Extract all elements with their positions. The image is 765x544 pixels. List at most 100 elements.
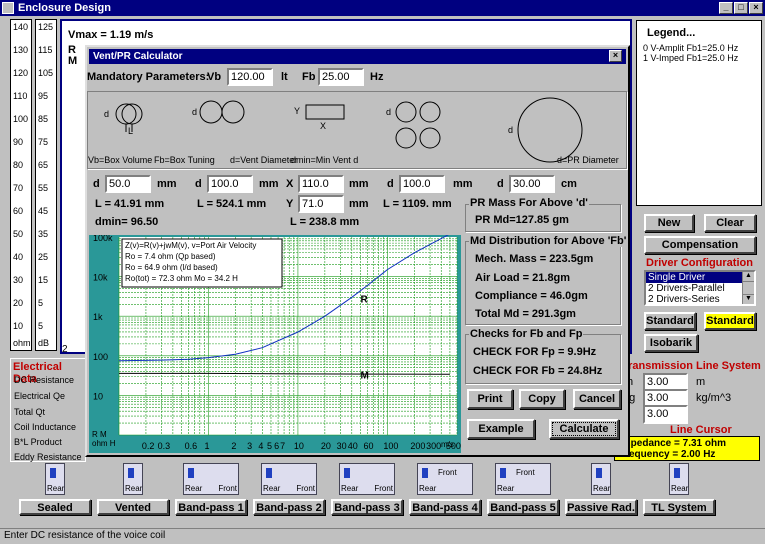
new-button[interactable]: New <box>644 214 694 232</box>
db-scale-tick: 105 <box>38 68 54 78</box>
pr-d-input[interactable]: 30.00 <box>509 175 555 193</box>
cancel-button[interactable]: Cancel <box>573 389 621 409</box>
elec-row-qe: Electrical Qe <box>14 391 66 401</box>
vent4-input[interactable]: 100.0 <box>399 175 445 193</box>
enclosure-button-label[interactable]: Band-pass 1 <box>175 499 247 515</box>
fb-label: Fb <box>302 71 316 83</box>
vent4-unit: mm <box>453 178 473 190</box>
enclosure-button-label[interactable]: Passive Rad. <box>565 499 637 515</box>
diag-d-3: d <box>386 107 392 117</box>
enclosure-button-label[interactable]: Band-pass 4 <box>409 499 481 515</box>
ohm-scale-tick: 10 <box>13 321 24 331</box>
rear-label: Rear <box>419 484 437 493</box>
x-tick-label: 40 <box>348 441 358 451</box>
enclosure-type-1[interactable]: Rear Vented <box>97 463 169 515</box>
status-bar: Enter DC resistance of the voice coil <box>0 528 765 544</box>
isobarik-button[interactable]: Isobarik <box>644 334 698 352</box>
vent2-input[interactable]: 100.0 <box>207 175 253 193</box>
enclosure-button-label[interactable]: Vented <box>97 499 169 515</box>
enclosure-type-7[interactable]: Rear Passive Rad. <box>565 463 637 515</box>
dialog-close-button[interactable]: × <box>609 50 622 62</box>
enclosure-button-label[interactable]: Sealed <box>19 499 91 515</box>
driver-config-title: Driver Configuration <box>646 257 753 269</box>
driver-list-scrollbar[interactable]: ▲ ▼ <box>742 272 754 304</box>
front-label: Front <box>374 484 393 493</box>
print-button[interactable]: Print <box>467 389 513 409</box>
compliance: Compliance = 46.0gm <box>475 290 588 302</box>
enclosure-type-0[interactable]: Rear Sealed <box>19 463 91 515</box>
enclosure-type-2[interactable]: Rear Front Band-pass 1 <box>175 463 247 515</box>
vent3-y-input[interactable]: 71.0 <box>298 195 344 213</box>
vent3-x-input[interactable]: 110.0 <box>298 175 344 193</box>
enclosure-icon: Rear Front <box>261 463 317 495</box>
rect-vent-length: L = 238.8 mm <box>290 216 360 228</box>
db-scale-tick: 35 <box>38 229 49 239</box>
x-tick-label: 100 <box>383 441 398 451</box>
vent-pr-dialog: Vent/PR Calculator × Mandatory Parameter… <box>85 45 630 457</box>
tl-row-1-unit: kg/m^3 <box>696 392 732 404</box>
driver-option-single[interactable]: Single Driver <box>646 272 742 283</box>
speaker-icon <box>128 468 134 478</box>
vb-input[interactable]: 120.00 <box>227 68 273 86</box>
fb-unit: Hz <box>370 71 384 83</box>
enclosure-button-label[interactable]: TL System <box>643 499 715 515</box>
vent3-sym: X <box>286 178 294 190</box>
impedance-chart[interactable]: 100k 10k 1k 100 10 0.2 0.3 0.6 1 2 3 4 5 6 7 10 20 30 40 60… <box>89 233 461 453</box>
elec-row-dc: DC Resistance <box>14 375 75 385</box>
line-cursor-title: Line Cursor <box>670 424 732 436</box>
copy-button[interactable]: Copy <box>519 389 565 409</box>
enclosure-type-4[interactable]: Rear Front Band-pass 3 <box>331 463 403 515</box>
enclosure-type-8[interactable]: Rear TL System <box>643 463 715 515</box>
driver-option-series[interactable]: 2 Drivers-Series <box>646 294 742 305</box>
diag-d-2: d <box>192 107 198 117</box>
driver-config-list[interactable]: Single Driver 2 Drivers-Parallel 2 Drive… <box>644 270 756 306</box>
ohm-scale-tick: 130 <box>13 45 29 55</box>
minimize-button[interactable]: _ <box>719 2 733 14</box>
clear-button[interactable]: Clear <box>704 214 756 232</box>
vent3-unit: mm <box>349 178 369 190</box>
standard-button-2[interactable]: Standard <box>704 312 756 330</box>
legend-panel: Legend... 0 V-Amplit Fb1=25.0 Hz 1 V-Imp… <box>636 20 762 206</box>
vent3-y-sym: Y <box>286 198 294 210</box>
ohm-scale-tick: 100 <box>13 114 29 124</box>
enclosure-icon: Rear <box>669 463 689 495</box>
vb-label: Vb <box>207 71 222 83</box>
driver-option-parallel[interactable]: 2 Drivers-Parallel <box>646 283 742 294</box>
enclosure-button-label[interactable]: Band-pass 5 <box>487 499 559 515</box>
enclosure-button-label[interactable]: Band-pass 3 <box>331 499 403 515</box>
vent1-input[interactable]: 50.0 <box>105 175 151 193</box>
standard-button-1[interactable]: Standard <box>644 312 696 330</box>
caption-dmin: dmin=Min Vent d <box>291 155 359 165</box>
ohm-scale-tick: 50 <box>13 229 24 239</box>
enclosure-type-5[interactable]: Rear Front Band-pass 4 <box>409 463 481 515</box>
speaker-icon <box>674 468 680 478</box>
close-button[interactable]: × <box>749 2 763 14</box>
checks-title: Checks for Fb and Fp <box>469 328 584 340</box>
enclosure-type-6[interactable]: Rear Front Band-pass 5 <box>487 463 559 515</box>
db-scale-tick: 95 <box>38 91 49 101</box>
fb-input[interactable]: 25.00 <box>318 68 364 86</box>
example-button[interactable]: Example <box>467 419 535 439</box>
db-scale-unit: dB <box>38 338 50 348</box>
caption-pr-d: d=PR Diameter <box>557 155 619 165</box>
x-tick-label: 2 <box>231 441 236 451</box>
tl-row-2-input[interactable]: 3.00 <box>643 405 688 424</box>
scroll-down-icon[interactable]: ▼ <box>743 294 754 304</box>
maximize-button[interactable]: □ <box>734 2 748 14</box>
enclosure-type-3[interactable]: Rear Front Band-pass 2 <box>253 463 325 515</box>
axis-corner-top: R M <box>92 430 107 439</box>
vent1-unit: mm <box>157 178 177 190</box>
speaker-icon <box>50 468 56 478</box>
chart-info-line: Z(v)=R(v)+jwM(v), v=Port Air Velocity <box>125 241 256 250</box>
enclosure-button-label[interactable]: Band-pass 2 <box>253 499 325 515</box>
scroll-up-icon[interactable]: ▲ <box>743 272 754 282</box>
diagram-box: d L d Y X d d Vb=Box Volume Fb=Box Tunin… <box>87 91 627 169</box>
graph-m-label: M <box>68 55 78 67</box>
dmin-value: dmin= 96.50 <box>95 216 159 228</box>
frequency-readout: Frequency = 2.00 Hz <box>619 449 716 460</box>
rear-label: Rear <box>671 484 689 493</box>
mandatory-label: Mandatory Parameters: <box>87 71 210 83</box>
compensation-button[interactable]: Compensation <box>644 236 756 254</box>
calculate-button[interactable]: Calculate <box>549 419 619 439</box>
r-curve-label: R <box>360 294 368 305</box>
